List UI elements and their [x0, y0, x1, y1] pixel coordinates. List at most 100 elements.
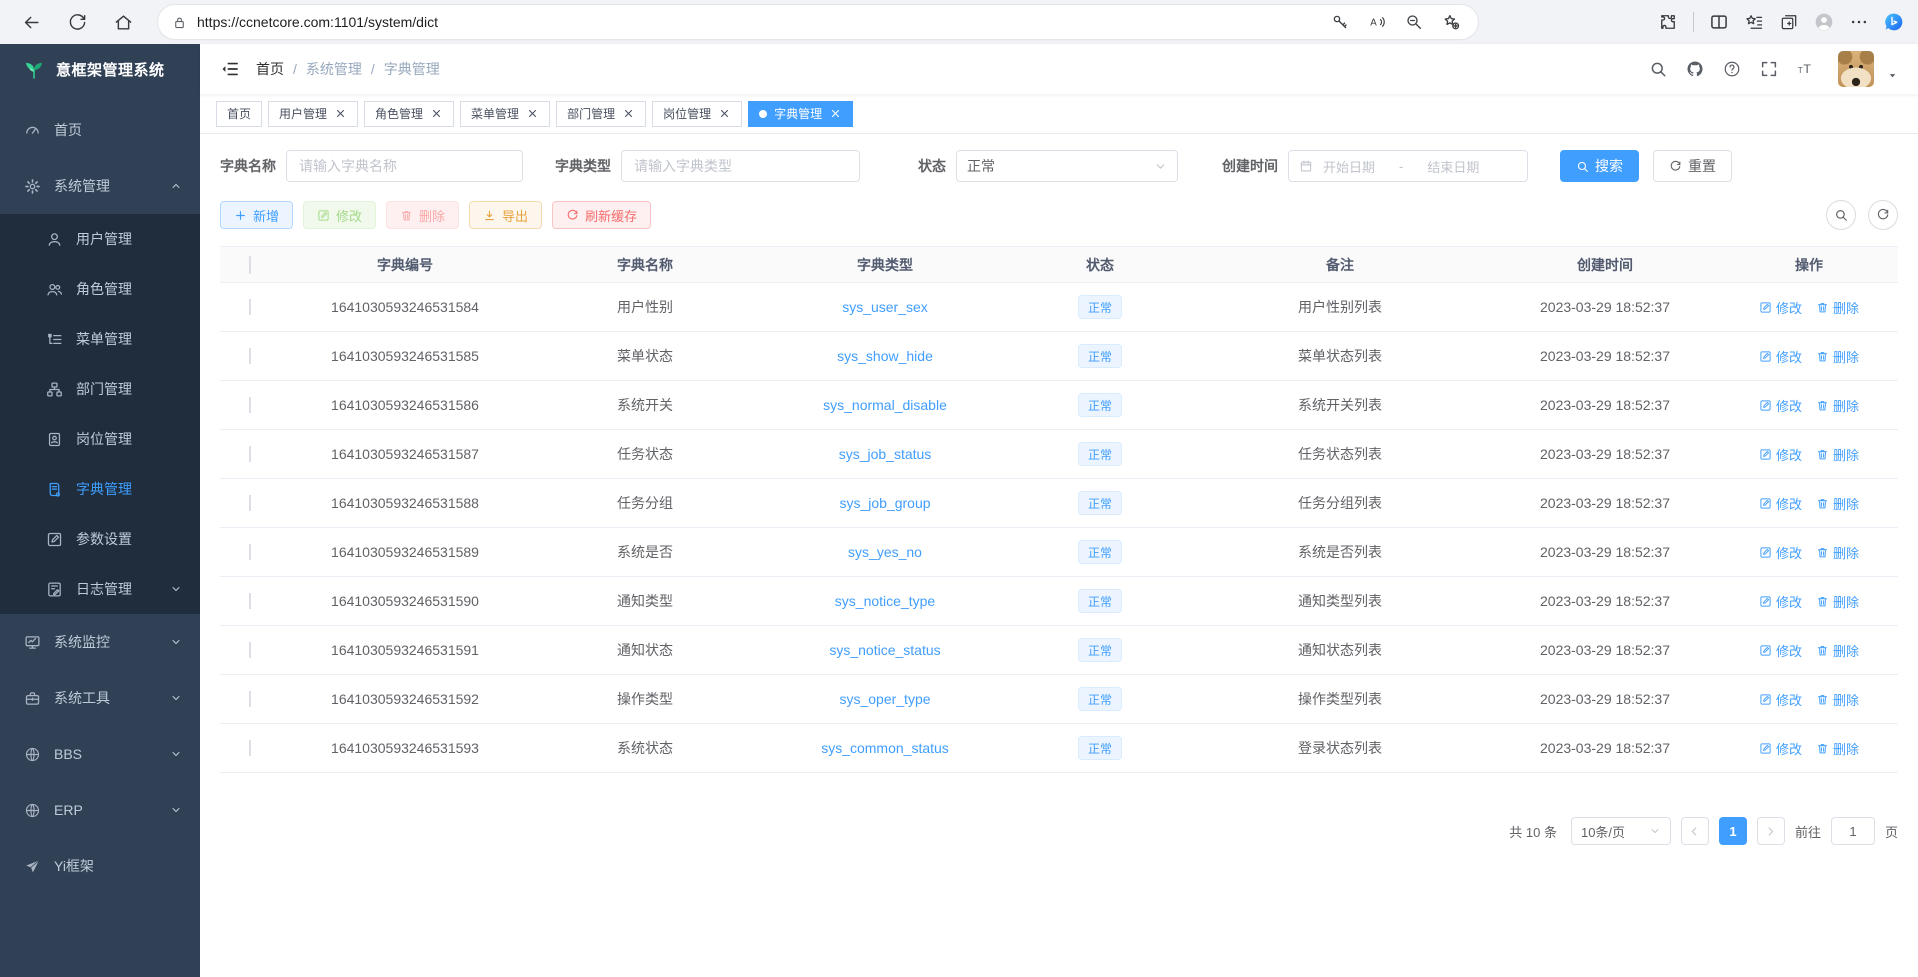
- sidebar-item-yi-frame[interactable]: Yi框架: [0, 838, 200, 894]
- row-delete-link[interactable]: 删除: [1816, 690, 1859, 709]
- extensions-icon[interactable]: [1658, 12, 1678, 32]
- row-edit-link[interactable]: 修改: [1759, 592, 1802, 611]
- toggle-search-button[interactable]: [1826, 200, 1856, 230]
- dict-type-input[interactable]: [621, 150, 860, 182]
- row-delete-link[interactable]: 删除: [1816, 445, 1859, 464]
- help-icon[interactable]: [1723, 60, 1741, 78]
- refresh-cache-button[interactable]: 刷新缓存: [552, 201, 651, 229]
- next-page-button[interactable]: [1757, 817, 1785, 845]
- url-text[interactable]: https://ccnetcore.com:1101/system/dict: [197, 14, 1331, 30]
- profile-icon[interactable]: [1814, 12, 1834, 32]
- dict-type-link[interactable]: sys_notice_type: [835, 593, 935, 609]
- sidebar-item-erp[interactable]: ERP: [0, 782, 200, 838]
- collections-icon[interactable]: [1779, 12, 1799, 32]
- dict-type-link[interactable]: sys_notice_status: [829, 642, 940, 658]
- sidebar-item-post-mgmt[interactable]: 岗位管理: [0, 414, 200, 464]
- home-button[interactable]: [106, 5, 140, 39]
- add-favorite-icon[interactable]: [1442, 13, 1460, 31]
- row-edit-link[interactable]: 修改: [1759, 543, 1802, 562]
- tab-close-icon[interactable]: [526, 107, 539, 120]
- row-delete-link[interactable]: 删除: [1816, 347, 1859, 366]
- key-icon[interactable]: [1331, 13, 1349, 31]
- row-edit-link[interactable]: 修改: [1759, 298, 1802, 317]
- sidebar-item-system-mgmt[interactable]: 系统管理: [0, 158, 200, 214]
- select-all-checkbox[interactable]: [249, 256, 251, 274]
- dict-type-link[interactable]: sys_user_sex: [842, 299, 928, 315]
- read-aloud-icon[interactable]: A: [1368, 13, 1386, 31]
- delete-button[interactable]: 删除: [386, 201, 459, 229]
- row-checkbox[interactable]: [249, 446, 251, 462]
- sidebar-item-sys-monitor[interactable]: 系统监控: [0, 614, 200, 670]
- tab-close-icon[interactable]: [829, 107, 842, 120]
- bing-chat-icon[interactable]: [1884, 12, 1904, 32]
- more-icon[interactable]: [1849, 12, 1869, 32]
- row-checkbox[interactable]: [249, 642, 251, 658]
- caret-down-icon[interactable]: [1887, 70, 1898, 81]
- tab-close-icon[interactable]: [334, 107, 347, 120]
- row-edit-link[interactable]: 修改: [1759, 739, 1802, 758]
- search-icon[interactable]: [1649, 60, 1667, 78]
- sidebar-item-home[interactable]: 首页: [0, 102, 200, 158]
- refresh-button[interactable]: [60, 5, 94, 39]
- sidebar-item-dept-mgmt[interactable]: 部门管理: [0, 364, 200, 414]
- date-range-picker[interactable]: 开始日期 - 结束日期: [1288, 150, 1528, 182]
- row-checkbox[interactable]: [249, 593, 251, 609]
- sidebar-item-menu-mgmt[interactable]: 菜单管理: [0, 314, 200, 364]
- end-date-placeholder[interactable]: 结束日期: [1427, 157, 1479, 176]
- row-checkbox[interactable]: [249, 740, 251, 756]
- breadcrumb-home[interactable]: 首页: [256, 59, 284, 79]
- dict-type-link[interactable]: sys_job_group: [839, 495, 930, 511]
- row-checkbox[interactable]: [249, 544, 251, 560]
- favorites-icon[interactable]: [1744, 12, 1764, 32]
- dict-type-link[interactable]: sys_normal_disable: [823, 397, 947, 413]
- row-checkbox[interactable]: [249, 495, 251, 511]
- user-avatar[interactable]: [1838, 51, 1874, 87]
- page-size-select[interactable]: 10条/页: [1571, 817, 1671, 845]
- tab-字典管理[interactable]: 字典管理: [748, 101, 853, 127]
- reset-button[interactable]: 重置: [1653, 150, 1732, 182]
- row-checkbox[interactable]: [249, 397, 251, 413]
- dict-type-link[interactable]: sys_job_status: [839, 446, 932, 462]
- back-button[interactable]: [14, 5, 48, 39]
- search-button[interactable]: 搜索: [1560, 150, 1639, 182]
- prev-page-button[interactable]: [1681, 817, 1709, 845]
- row-edit-link[interactable]: 修改: [1759, 690, 1802, 709]
- sidebar-item-log-mgmt[interactable]: 日志管理: [0, 564, 200, 614]
- row-delete-link[interactable]: 删除: [1816, 592, 1859, 611]
- github-icon[interactable]: [1686, 60, 1704, 78]
- dict-type-link[interactable]: sys_yes_no: [848, 544, 922, 560]
- tab-close-icon[interactable]: [430, 107, 443, 120]
- row-delete-link[interactable]: 删除: [1816, 396, 1859, 415]
- tab-首页[interactable]: 首页: [216, 101, 262, 127]
- dict-type-link[interactable]: sys_oper_type: [839, 691, 930, 707]
- tab-close-icon[interactable]: [622, 107, 635, 120]
- row-delete-link[interactable]: 删除: [1816, 298, 1859, 317]
- row-edit-link[interactable]: 修改: [1759, 445, 1802, 464]
- row-checkbox[interactable]: [249, 691, 251, 707]
- sidebar-item-dict-mgmt[interactable]: 字典管理: [0, 464, 200, 514]
- row-delete-link[interactable]: 删除: [1816, 739, 1859, 758]
- sidebar-fold-icon[interactable]: [220, 59, 240, 79]
- row-edit-link[interactable]: 修改: [1759, 641, 1802, 660]
- zoom-out-icon[interactable]: [1405, 13, 1423, 31]
- dict-type-link[interactable]: sys_show_hide: [837, 348, 933, 364]
- edit-button[interactable]: 修改: [303, 201, 376, 229]
- row-edit-link[interactable]: 修改: [1759, 494, 1802, 513]
- sidebar-item-role-mgmt[interactable]: 角色管理: [0, 264, 200, 314]
- status-select[interactable]: 正常: [956, 150, 1178, 182]
- goto-page-input[interactable]: [1831, 817, 1875, 845]
- row-delete-link[interactable]: 删除: [1816, 543, 1859, 562]
- fullscreen-icon[interactable]: [1760, 60, 1778, 78]
- sidebar-item-param-set[interactable]: 参数设置: [0, 514, 200, 564]
- tab-角色管理[interactable]: 角色管理: [364, 101, 454, 127]
- sidebar-item-bbs[interactable]: BBS: [0, 726, 200, 782]
- row-edit-link[interactable]: 修改: [1759, 347, 1802, 366]
- tab-岗位管理[interactable]: 岗位管理: [652, 101, 742, 127]
- add-button[interactable]: 新增: [220, 201, 293, 229]
- sidebar-item-sys-tools[interactable]: 系统工具: [0, 670, 200, 726]
- row-checkbox[interactable]: [249, 299, 251, 315]
- tab-close-icon[interactable]: [718, 107, 731, 120]
- current-page-button[interactable]: 1: [1719, 817, 1747, 845]
- dict-type-link[interactable]: sys_common_status: [821, 740, 949, 756]
- split-screen-icon[interactable]: [1709, 12, 1729, 32]
